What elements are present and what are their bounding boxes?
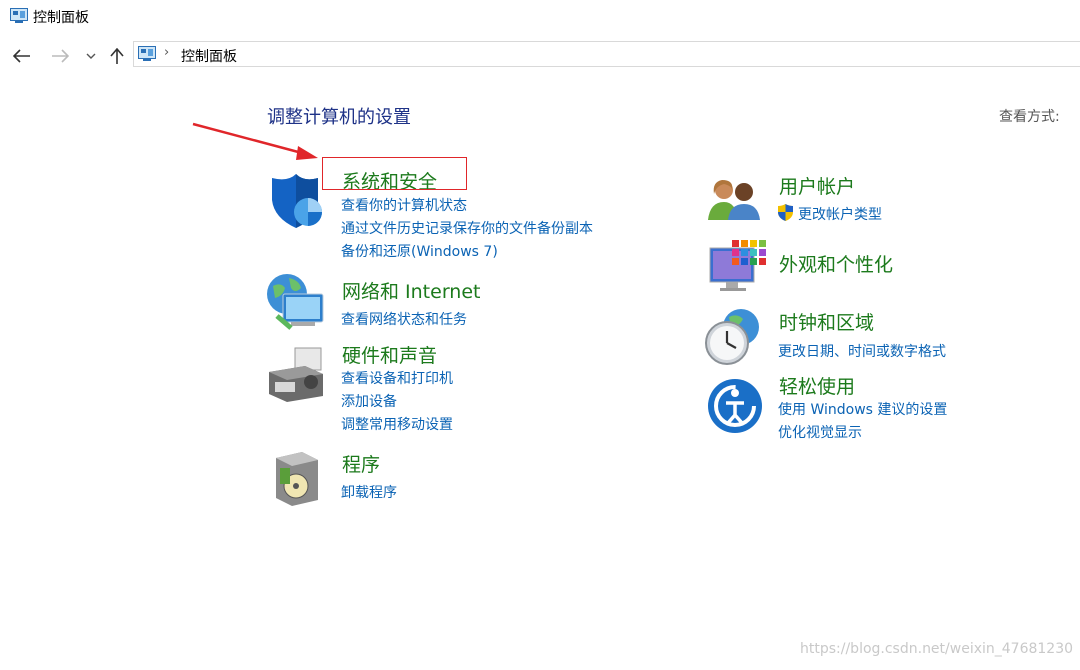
programs-disc-icon[interactable] [272, 450, 322, 510]
link-devices-printers[interactable]: 查看设备和打印机 [341, 368, 453, 388]
highlight-box [322, 157, 467, 190]
printer-icon[interactable] [265, 346, 327, 410]
category-programs[interactable]: 程序 [342, 450, 380, 477]
clock-globe-icon[interactable] [703, 307, 763, 371]
link-add-device[interactable]: 添加设备 [341, 391, 397, 411]
view-by-label[interactable]: 查看方式: [999, 106, 1060, 126]
link-uninstall-program[interactable]: 卸载程序 [341, 482, 397, 502]
link-file-history-backup[interactable]: 通过文件历史记录保存你的文件备份副本 [341, 218, 593, 238]
annotation-arrow-icon [192, 122, 318, 160]
link-optimize-visual-display[interactable]: 优化视觉显示 [778, 422, 862, 442]
link-mobility-settings[interactable]: 调整常用移动设置 [341, 414, 453, 434]
link-network-status[interactable]: 查看网络状态和任务 [341, 309, 467, 329]
link-backup-restore[interactable]: 备份和还原(Windows 7) [341, 241, 498, 261]
link-windows-recommended-settings[interactable]: 使用 Windows 建议的设置 [778, 399, 947, 419]
link-change-account-type[interactable]: 更改帐户类型 [798, 204, 882, 224]
category-network-internet[interactable]: 网络和 Internet [342, 277, 480, 304]
users-icon[interactable] [706, 176, 764, 226]
appearance-monitor-icon[interactable] [708, 238, 766, 300]
link-change-date-time-format[interactable]: 更改日期、时间或数字格式 [778, 341, 946, 361]
ease-of-access-icon[interactable] [706, 377, 764, 439]
category-hardware-sound[interactable]: 硬件和声音 [342, 341, 437, 368]
category-clock-region[interactable]: 时钟和区域 [779, 308, 874, 335]
link-view-computer-status[interactable]: 查看你的计算机状态 [341, 195, 467, 215]
category-ease-of-access[interactable]: 轻松使用 [779, 372, 855, 399]
network-globe-icon[interactable] [265, 272, 327, 338]
category-user-accounts[interactable]: 用户帐户 [779, 172, 855, 199]
shield-icon[interactable] [268, 172, 326, 234]
category-appearance[interactable]: 外观和个性化 [779, 250, 893, 277]
watermark: https://blog.csdn.net/weixin_47681230 [800, 641, 1074, 657]
uac-shield-icon [777, 203, 794, 226]
